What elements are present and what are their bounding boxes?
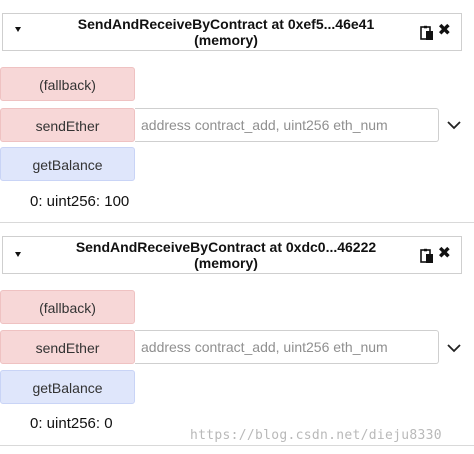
watermark-url: https://blog.csdn.net/dieju8330: [190, 428, 442, 443]
instance-address: SendAndReceiveByContract at 0xef5...46e4…: [77, 16, 375, 32]
instance-env: (memory): [194, 32, 258, 48]
send-ether-button[interactable]: sendEther: [0, 330, 135, 364]
instance-header[interactable]: SendAndReceiveByContract at 0xef5...46e4…: [2, 13, 462, 51]
chevron-down-icon[interactable]: [447, 343, 461, 353]
instance-header[interactable]: SendAndReceiveByContract at 0xdc0...4622…: [2, 236, 462, 274]
instance-title: SendAndReceiveByContract at 0xdc0...4622…: [33, 239, 419, 271]
instance-title: SendAndReceiveByContract at 0xef5...46e4…: [33, 16, 419, 48]
send-ether-params-input[interactable]: address contract_add, uint256 eth_num: [135, 108, 439, 142]
instance-env: (memory): [194, 255, 258, 271]
clipboard-icon[interactable]: [420, 248, 434, 264]
send-ether-button[interactable]: sendEther: [0, 108, 135, 142]
chevron-down-icon[interactable]: [447, 120, 461, 130]
fallback-button[interactable]: (fallback): [0, 290, 135, 324]
fallback-button[interactable]: (fallback): [0, 67, 135, 101]
close-icon[interactable]: ✖: [438, 246, 451, 262]
divider: [0, 222, 474, 223]
divider: [0, 445, 474, 446]
clipboard-icon[interactable]: [420, 25, 434, 41]
get-balance-button[interactable]: getBalance: [0, 147, 135, 181]
caret-down-icon[interactable]: [15, 27, 21, 32]
close-icon[interactable]: ✖: [438, 23, 451, 39]
instance-address: SendAndReceiveByContract at 0xdc0...4622…: [75, 239, 377, 255]
call-result: 0: uint256: 100: [30, 193, 130, 210]
caret-down-icon[interactable]: [15, 252, 21, 257]
send-ether-params-input[interactable]: address contract_add, uint256 eth_num: [135, 330, 439, 364]
get-balance-button[interactable]: getBalance: [0, 370, 135, 404]
call-result: 0: uint256: 0: [30, 415, 113, 432]
